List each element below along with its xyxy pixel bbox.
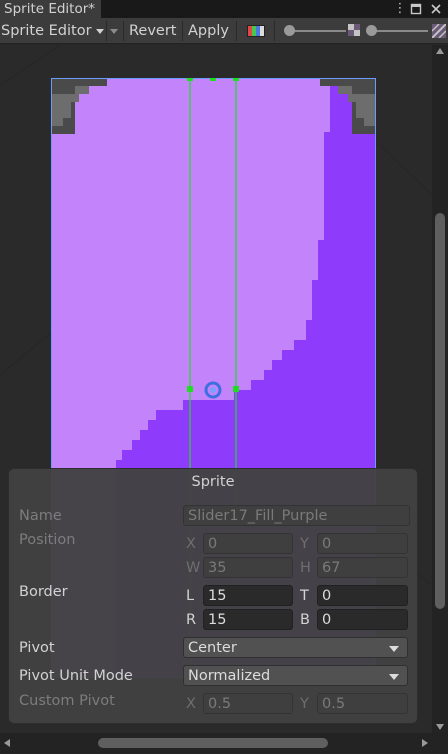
- pivot-dropdown-value: Center: [188, 640, 237, 656]
- toolbar-divider: [182, 21, 183, 41]
- extra-dropdown-button[interactable]: [107, 18, 121, 44]
- mip-level-icon: [431, 23, 447, 39]
- scroll-right-arrow-icon[interactable]: [422, 739, 428, 747]
- chevron-down-icon: [95, 28, 104, 34]
- border-right-field[interactable]: 15: [203, 609, 293, 630]
- border-b-label: B: [300, 612, 310, 628]
- chevron-down-icon: [110, 29, 118, 34]
- border-label: Border: [19, 584, 68, 600]
- horizontal-scroll-thumb[interactable]: [98, 738, 328, 748]
- custom-pivot-label: Custom Pivot: [19, 693, 115, 709]
- maximize-icon[interactable]: [408, 0, 424, 18]
- window-tab[interactable]: Sprite Editor*: [0, 0, 102, 18]
- horizontal-scrollbar[interactable]: [0, 733, 432, 754]
- name-field[interactable]: Slider17_Fill_Purple: [183, 505, 410, 526]
- scroll-left-arrow-icon[interactable]: [4, 739, 10, 747]
- position-y-field[interactable]: 0: [317, 533, 408, 554]
- custom-pivot-y-field[interactable]: 0.5: [317, 693, 408, 714]
- chevron-down-icon: [389, 646, 399, 652]
- name-label: Name: [19, 508, 62, 524]
- slider-thumb[interactable]: [366, 25, 377, 36]
- apply-button[interactable]: Apply: [188, 18, 229, 44]
- kebab-menu-icon[interactable]: ⋮: [392, 0, 408, 18]
- sprite-editor-mode-dropdown[interactable]: Sprite Editor: [1, 18, 104, 44]
- scroll-up-arrow-icon[interactable]: [436, 48, 444, 54]
- sprite-properties-panel: Sprite Name Slider17_Fill_Purple Positio…: [8, 468, 418, 724]
- toolbar-divider: [123, 21, 124, 41]
- slider-track: [368, 30, 428, 32]
- mode-dropdown-label: Sprite Editor: [1, 23, 92, 39]
- border-top-field[interactable]: 0: [317, 585, 408, 606]
- border-r-label: R: [186, 612, 197, 628]
- position-x-label: X: [186, 536, 196, 552]
- toolbar-divider: [236, 21, 237, 41]
- border-bottom-field[interactable]: 0: [317, 609, 408, 630]
- panel-title: Sprite: [191, 474, 235, 490]
- custom-pivot-x-field[interactable]: 0.5: [203, 693, 293, 714]
- window-tab-bar: Sprite Editor* ⋮: [0, 0, 448, 18]
- slider-thumb[interactable]: [284, 25, 295, 36]
- close-icon[interactable]: [428, 0, 444, 18]
- rgb-channel-icon[interactable]: [247, 18, 267, 44]
- border-left-field[interactable]: 15: [203, 585, 293, 606]
- pivot-unit-mode-label: Pivot Unit Mode: [19, 668, 133, 684]
- scrollbar-corner: [432, 733, 448, 754]
- pivot-unit-mode-dropdown[interactable]: Normalized: [183, 665, 408, 686]
- position-h-label: H: [300, 560, 311, 576]
- checker-alpha-icon: [348, 24, 360, 36]
- revert-button[interactable]: Revert: [129, 18, 177, 44]
- position-w-field[interactable]: 35: [203, 557, 293, 578]
- vertical-scroll-thumb[interactable]: [435, 213, 445, 609]
- position-w-label: W: [186, 560, 201, 576]
- chevron-down-icon: [389, 674, 399, 680]
- slider-track: [290, 30, 346, 32]
- scroll-down-arrow-icon[interactable]: [436, 724, 444, 730]
- pivot-label: Pivot: [19, 640, 55, 656]
- border-l-label: L: [186, 588, 195, 604]
- custom-pivot-x-label: X: [186, 696, 196, 712]
- pivot-unit-mode-value: Normalized: [188, 668, 271, 684]
- position-h-field[interactable]: 67: [317, 557, 408, 578]
- toolbar-divider: [274, 21, 275, 41]
- position-label: Position: [19, 532, 76, 548]
- custom-pivot-y-label: Y: [300, 696, 309, 712]
- vertical-scrollbar[interactable]: [432, 45, 448, 733]
- border-t-label: T: [300, 588, 309, 604]
- toolbar: Sprite Editor Revert Apply: [0, 18, 448, 44]
- pivot-dropdown[interactable]: Center: [183, 637, 408, 658]
- position-x-field[interactable]: 0: [203, 533, 293, 554]
- window-tab-title: Sprite Editor*: [4, 1, 96, 17]
- position-y-label: Y: [300, 536, 309, 552]
